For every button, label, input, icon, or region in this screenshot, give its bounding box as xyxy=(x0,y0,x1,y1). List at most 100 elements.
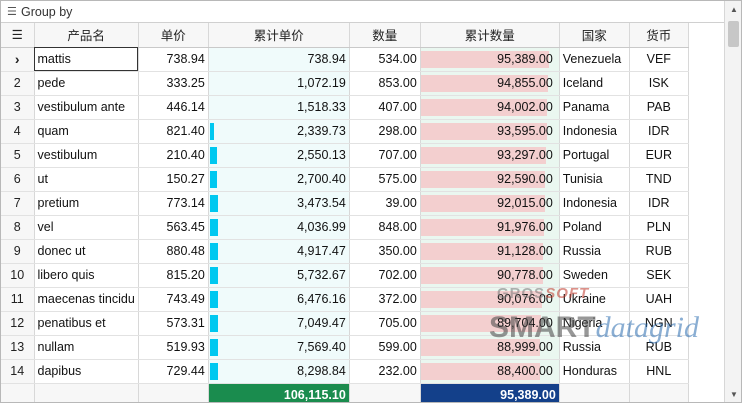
cell-cum-qty[interactable]: 91,128.00 xyxy=(420,239,560,264)
cell-cum-qty[interactable]: 95,389.00 xyxy=(420,47,560,72)
cell-cum-price[interactable]: 1,518.33 xyxy=(208,95,350,120)
column-header-name[interactable]: 产品名 xyxy=(34,23,139,48)
cell-country[interactable]: Iceland xyxy=(559,71,630,96)
cell-cum-price[interactable]: 2,700.40 xyxy=(208,167,350,192)
table-row[interactable]: 11 maecenas tincidu 743.49 6,476.16 372.00 90… xyxy=(1,287,689,312)
cell-price[interactable]: 880.48 xyxy=(138,239,209,264)
cell-name[interactable]: penatibus et xyxy=(34,311,139,336)
row-header[interactable]: 4 xyxy=(1,119,35,144)
cell-currency[interactable]: RUB xyxy=(629,335,689,360)
vertical-scrollbar[interactable]: ▲ ▼ xyxy=(724,1,741,402)
cell-country[interactable]: Nigeria xyxy=(559,311,630,336)
cell-name[interactable]: mattis xyxy=(34,47,139,72)
cell-cum-qty[interactable]: 93,595.00 xyxy=(420,119,560,144)
table-row[interactable]: 5 vestibulum 210.40 2,550.13 707.00 93,297.00… xyxy=(1,143,689,168)
cell-price[interactable]: 573.31 xyxy=(138,311,209,336)
cell-currency[interactable]: IDR xyxy=(629,119,689,144)
row-header[interactable]: › xyxy=(1,47,35,72)
cell-name[interactable]: quam xyxy=(34,119,139,144)
cell-name[interactable]: dapibus xyxy=(34,359,139,384)
table-row[interactable]: 4 quam 821.40 2,339.73 298.00 93,595.00 Indone… xyxy=(1,119,689,144)
cell-country[interactable]: Ukraine xyxy=(559,287,630,312)
cell-qty[interactable]: 848.00 xyxy=(349,215,421,240)
cell-name[interactable]: donec ut xyxy=(34,239,139,264)
scroll-up-icon[interactable]: ▲ xyxy=(725,1,741,17)
cell-qty[interactable]: 534.00 xyxy=(349,47,421,72)
cell-cum-price[interactable]: 3,473.54 xyxy=(208,191,350,216)
cell-currency[interactable]: UAH xyxy=(629,287,689,312)
table-row[interactable]: 3 vestibulum ante 446.14 1,518.33 407.00 94,0… xyxy=(1,95,689,120)
column-header-cum-price[interactable]: 累计单价 xyxy=(208,23,350,48)
cell-cum-price[interactable]: 4,036.99 xyxy=(208,215,350,240)
cell-cum-price[interactable]: 5,732.67 xyxy=(208,263,350,288)
cell-name[interactable]: vel xyxy=(34,215,139,240)
cell-price[interactable]: 150.27 xyxy=(138,167,209,192)
cell-currency[interactable]: ISK xyxy=(629,71,689,96)
column-header-cum-qty[interactable]: 累计数量 xyxy=(420,23,560,48)
row-header[interactable]: 6 xyxy=(1,167,35,192)
row-header[interactable]: 13 xyxy=(1,335,35,360)
cell-qty[interactable]: 707.00 xyxy=(349,143,421,168)
cell-country[interactable]: Poland xyxy=(559,215,630,240)
cell-cum-qty[interactable]: 91,976.00 xyxy=(420,215,560,240)
cell-currency[interactable]: IDR xyxy=(629,191,689,216)
cell-name[interactable]: ut xyxy=(34,167,139,192)
cell-country[interactable]: Russia xyxy=(559,335,630,360)
cell-price[interactable]: 815.20 xyxy=(138,263,209,288)
cell-country[interactable]: Tunisia xyxy=(559,167,630,192)
cell-price[interactable]: 729.44 xyxy=(138,359,209,384)
table-row[interactable]: 6 ut 150.27 2,700.40 575.00 92,590.00 Tunisia T… xyxy=(1,167,689,192)
cell-qty[interactable]: 232.00 xyxy=(349,359,421,384)
cell-country[interactable]: Sweden xyxy=(559,263,630,288)
cell-currency[interactable]: PLN xyxy=(629,215,689,240)
cell-qty[interactable]: 702.00 xyxy=(349,263,421,288)
cell-name[interactable]: maecenas tincidu xyxy=(34,287,139,312)
column-header-country[interactable]: 国家 xyxy=(559,23,630,48)
row-header[interactable]: 8 xyxy=(1,215,35,240)
table-row[interactable]: 14 dapibus 729.44 8,298.84 232.00 88,400.00 Ho… xyxy=(1,359,689,384)
cell-price[interactable]: 446.14 xyxy=(138,95,209,120)
table-row[interactable]: 8 vel 563.45 4,036.99 848.00 91,976.00 Poland P… xyxy=(1,215,689,240)
cell-name[interactable]: pede xyxy=(34,71,139,96)
cell-cum-qty[interactable]: 92,590.00 xyxy=(420,167,560,192)
cell-price[interactable]: 210.40 xyxy=(138,143,209,168)
cell-cum-qty[interactable]: 94,855.00 xyxy=(420,71,560,96)
cell-cum-qty[interactable]: 94,002.00 xyxy=(420,95,560,120)
cell-cum-price[interactable]: 7,569.40 xyxy=(208,335,350,360)
cell-country[interactable]: Venezuela xyxy=(559,47,630,72)
cell-price[interactable]: 821.40 xyxy=(138,119,209,144)
cell-qty[interactable]: 575.00 xyxy=(349,167,421,192)
cell-currency[interactable]: EUR xyxy=(629,143,689,168)
cell-cum-qty[interactable]: 90,778.00 xyxy=(420,263,560,288)
cell-qty[interactable]: 853.00 xyxy=(349,71,421,96)
cell-cum-price[interactable]: 2,339.73 xyxy=(208,119,350,144)
cell-qty[interactable]: 599.00 xyxy=(349,335,421,360)
cell-price[interactable]: 743.49 xyxy=(138,287,209,312)
cell-name[interactable]: nullam xyxy=(34,335,139,360)
column-header-qty[interactable]: 数量 xyxy=(349,23,421,48)
cell-country[interactable]: Indonesia xyxy=(559,191,630,216)
cell-cum-price[interactable]: 738.94 xyxy=(208,47,350,72)
cell-currency[interactable]: VEF xyxy=(629,47,689,72)
cell-qty[interactable]: 298.00 xyxy=(349,119,421,144)
cell-currency[interactable]: HNL xyxy=(629,359,689,384)
cell-country[interactable]: Portugal xyxy=(559,143,630,168)
scroll-down-icon[interactable]: ▼ xyxy=(725,386,741,402)
cell-name[interactable]: vestibulum ante xyxy=(34,95,139,120)
cell-cum-price[interactable]: 2,550.13 xyxy=(208,143,350,168)
row-header[interactable]: 10 xyxy=(1,263,35,288)
row-header[interactable]: 9 xyxy=(1,239,35,264)
table-row[interactable]: 13 nullam 519.93 7,569.40 599.00 88,999.00 Rus… xyxy=(1,335,689,360)
cell-name[interactable]: vestibulum xyxy=(34,143,139,168)
cell-cum-price[interactable]: 4,917.47 xyxy=(208,239,350,264)
cell-country[interactable]: Russia xyxy=(559,239,630,264)
cell-qty[interactable]: 350.00 xyxy=(349,239,421,264)
cell-country[interactable]: Panama xyxy=(559,95,630,120)
cell-cum-price[interactable]: 7,049.47 xyxy=(208,311,350,336)
cell-price[interactable]: 519.93 xyxy=(138,335,209,360)
cell-price[interactable]: 738.94 xyxy=(138,47,209,72)
row-header[interactable]: 2 xyxy=(1,71,35,96)
column-header-currency[interactable]: 货币 xyxy=(629,23,689,48)
table-row[interactable]: › mattis 738.94 738.94 534.00 95,389.00 Venezu… xyxy=(1,47,689,72)
cell-cum-price[interactable]: 6,476.16 xyxy=(208,287,350,312)
